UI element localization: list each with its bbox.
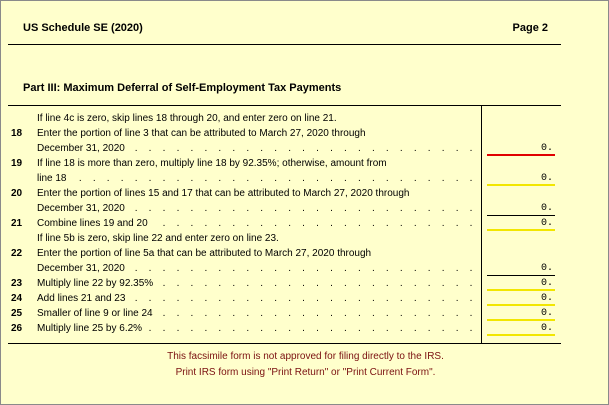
line-19-amount[interactable]: 0. — [487, 171, 555, 186]
line-18-amount[interactable]: 0. — [487, 141, 555, 156]
line-18-row: . . . . . . . . . . . . . . . . . . . . … — [37, 141, 555, 156]
form-title: US Schedule SE (2020) — [23, 22, 143, 34]
footer-print-instruction: Print IRS form using "Print Return" or "… — [175, 367, 436, 378]
line-19-row: . . . . . . . . . . . . . . . . . . . . … — [37, 171, 555, 186]
line-20-row: . . . . . . . . . . . . . . . . . . . . … — [37, 201, 555, 216]
line-26-row: 26 . . . . . . . . . . . . . . . . . . .… — [11, 321, 555, 336]
form-bottom-divider — [8, 343, 561, 344]
part-divider — [8, 105, 561, 106]
line-23-amount[interactable]: 0. — [487, 276, 555, 291]
line-23-row: 23 . . . . . . . . . . . . . . . . . . .… — [11, 276, 555, 291]
line-26-amount[interactable]: 0. — [487, 321, 555, 336]
header-divider — [8, 44, 561, 45]
line-25-amount[interactable]: 0. — [487, 306, 555, 321]
line-22-row: . . . . . . . . . . . . . . . . . . . . … — [37, 261, 555, 276]
part-title: Part III: Maximum Deferral of Self-Emplo… — [23, 82, 342, 94]
line-24-amount[interactable]: 0. — [487, 291, 555, 306]
line-20-amount[interactable]: 0. — [487, 201, 555, 216]
line-22-amount[interactable]: 0. — [487, 261, 555, 276]
line-21-row: 21 . . . . . . . . . . . . . . . . . . .… — [11, 216, 555, 231]
page-number: Page 2 — [512, 22, 548, 34]
line-24-row: 24 . . . . . . . . . . . . . . . . . . .… — [11, 291, 555, 306]
footer-disclaimer: This facsimile form is not approved for … — [167, 351, 444, 362]
line-25-row: 25 . . . . . . . . . . . . . . . . . . .… — [11, 306, 555, 321]
form-page: US Schedule SE (2020) Page 2 Part III: M… — [0, 0, 609, 405]
line-21-amount[interactable]: 0. — [487, 216, 555, 231]
